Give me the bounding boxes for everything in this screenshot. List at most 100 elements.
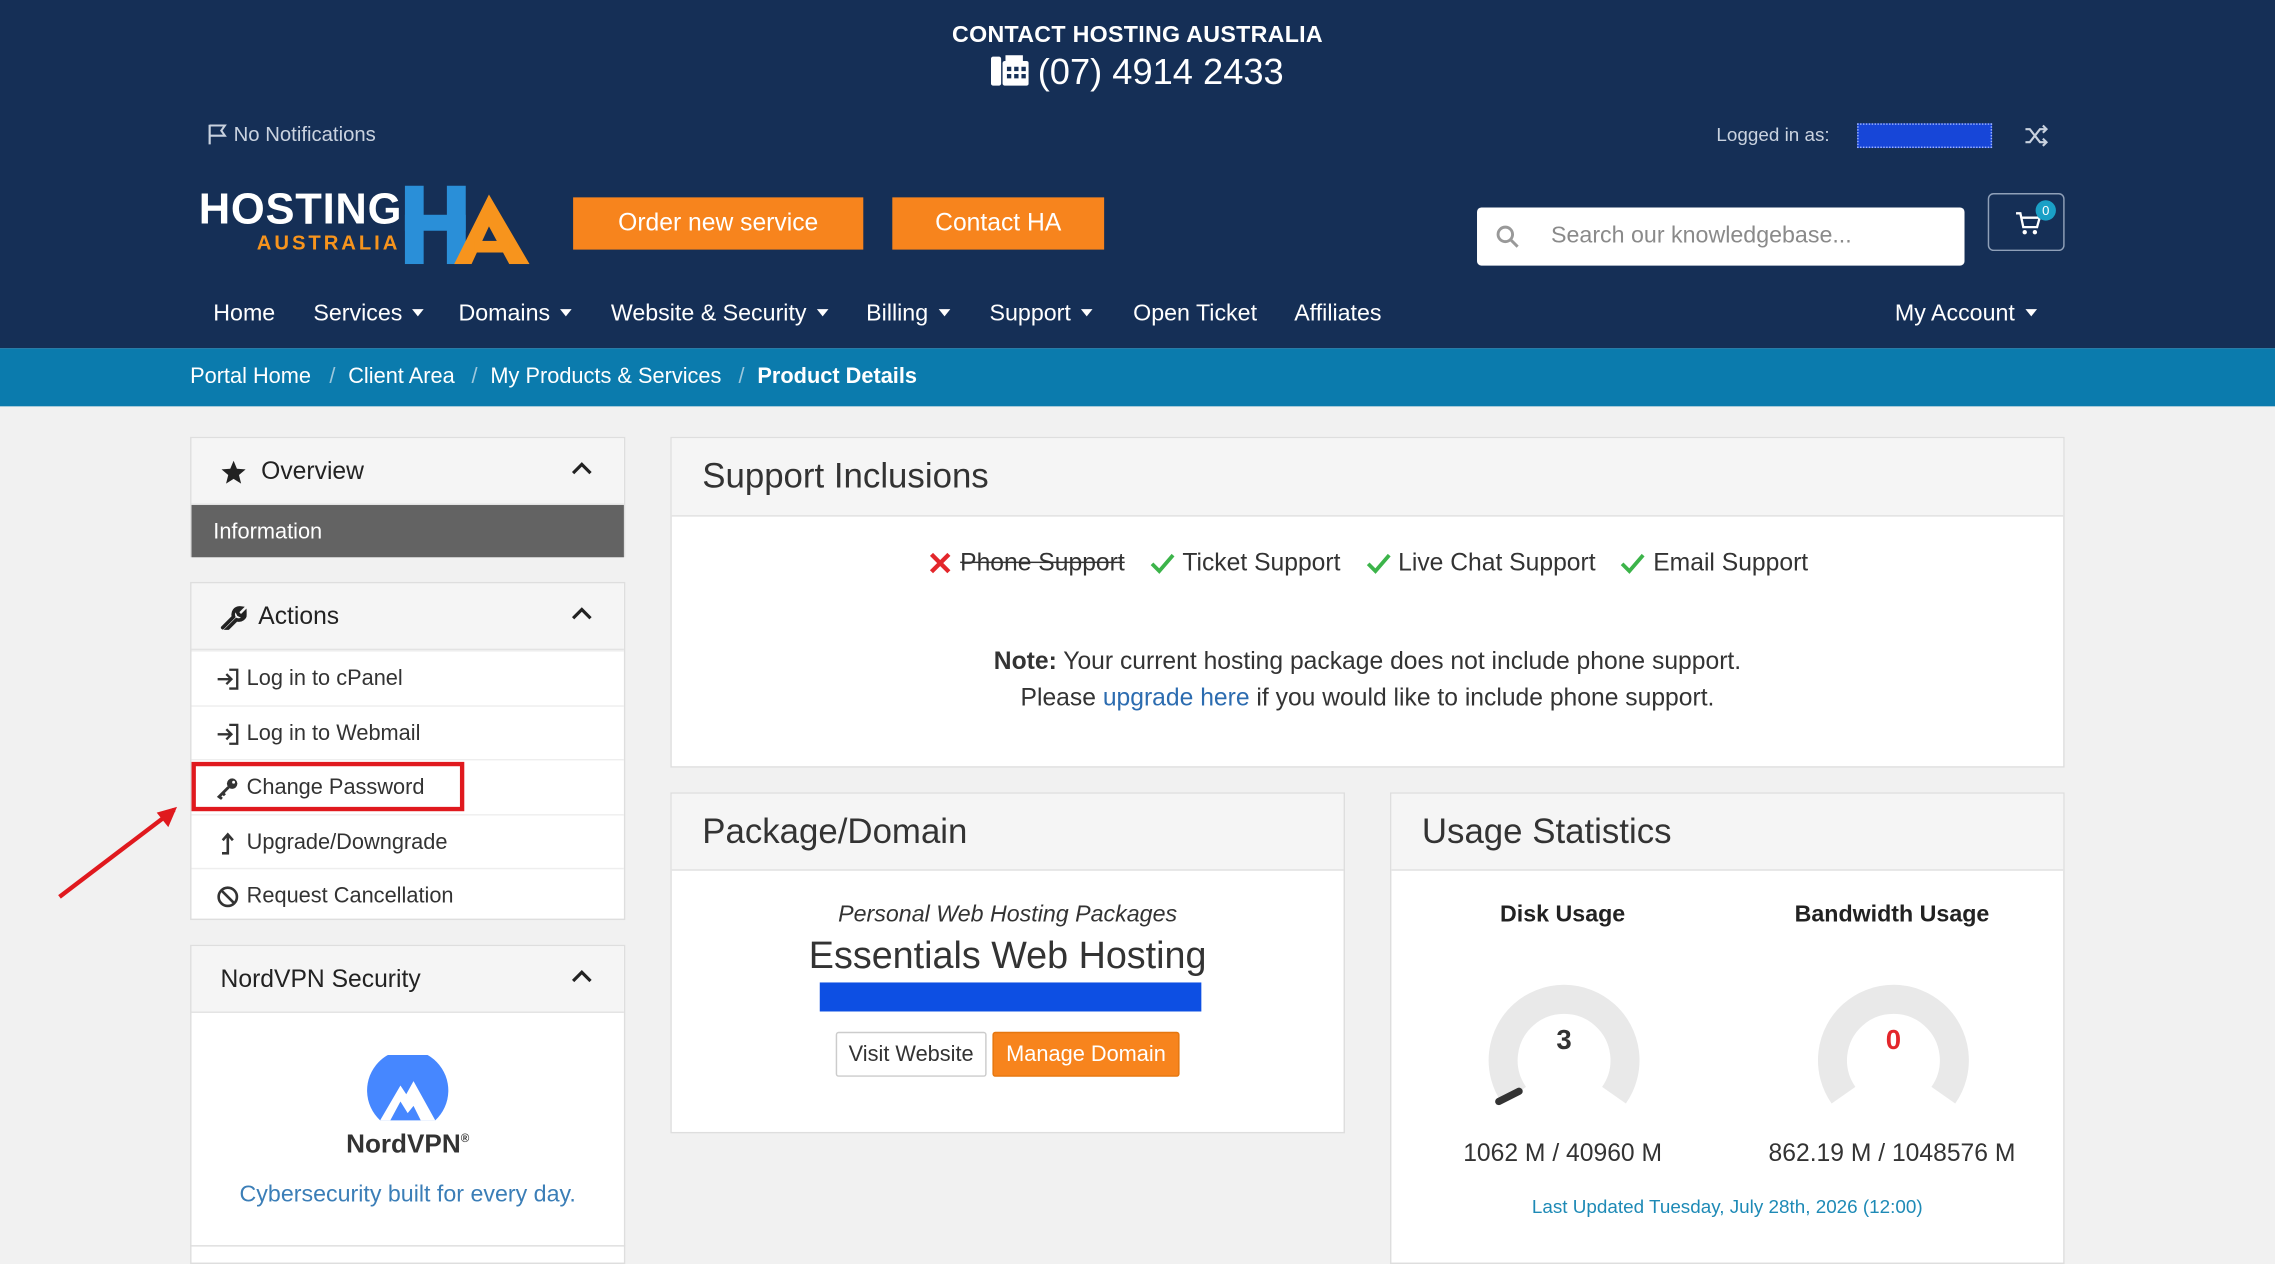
- support-item-phone: Phone Support: [927, 549, 1125, 578]
- sign-in-icon: [217, 668, 239, 690]
- phone-number[interactable]: (07) 4914 2433: [1038, 52, 1284, 93]
- sidebar-item-information[interactable]: Information: [191, 505, 624, 558]
- caret-down-icon: [560, 309, 572, 317]
- visit-website-button[interactable]: Visit Website: [835, 1031, 987, 1077]
- nav-affiliates[interactable]: Affiliates: [1294, 302, 1381, 328]
- breadcrumb: Portal Home / Client Area / My Products …: [0, 348, 2275, 407]
- nav-domains[interactable]: Domains: [458, 302, 572, 328]
- chevron-up-icon[interactable]: [571, 607, 592, 620]
- action-login-cpanel[interactable]: Log in to cPanel: [191, 650, 624, 705]
- nav-services[interactable]: Services: [313, 302, 425, 328]
- caret-down-icon: [412, 309, 425, 317]
- notifications-label[interactable]: No Notifications: [234, 122, 376, 145]
- logged-in-label: Logged in as:: [1716, 123, 1830, 146]
- wrench-icon: [220, 606, 247, 630]
- nav-website-security[interactable]: Website & Security: [611, 302, 829, 328]
- flag-icon: [208, 123, 227, 144]
- support-item-email: Email Support: [1620, 549, 1808, 578]
- ha-logo-mark-icon: [404, 185, 530, 265]
- note-label: Note:: [993, 647, 1057, 675]
- main-nav: Home Services Domains Website & Security…: [0, 302, 2275, 337]
- star-icon: [221, 460, 246, 484]
- sidebar-overview-panel: Overview Information: [190, 436, 626, 558]
- nav-home[interactable]: Home: [213, 302, 275, 328]
- username-redacted[interactable]: [1857, 123, 1993, 149]
- package-name: Essentials Web Hosting: [808, 933, 1207, 977]
- upgrade-here-link[interactable]: upgrade here: [1103, 684, 1250, 712]
- search-input[interactable]: [1551, 223, 1958, 250]
- actions-title: Actions: [258, 602, 340, 630]
- action-label[interactable]: Log in to Webmail: [247, 721, 421, 746]
- logo-subtitle: AUSTRALIA: [256, 230, 401, 254]
- contact-phone[interactable]: (07) 4914 2433: [0, 52, 2275, 94]
- bandwidth-usage-numbers: 862.19 M / 1048576 M: [1768, 1139, 2016, 1167]
- disk-usage-numbers: 1062 M / 40960 M: [1463, 1139, 1663, 1167]
- manage-domain-button[interactable]: Manage Domain: [992, 1031, 1180, 1077]
- note-line1: Your current hosting package does not in…: [1063, 647, 1742, 675]
- action-request-cancellation[interactable]: Request Cancellation: [191, 867, 624, 923]
- breadcrumb-separator: /: [329, 364, 336, 389]
- disk-usage-title: Disk Usage: [1500, 902, 1626, 928]
- nav-billing[interactable]: Billing: [866, 302, 950, 328]
- divider: [190, 1245, 626, 1247]
- caret-down-icon: [938, 309, 950, 317]
- action-label[interactable]: Request Cancellation: [247, 884, 454, 909]
- sign-in-icon: [217, 723, 239, 745]
- note-rest: if you would like to include phone suppo…: [1256, 683, 1715, 712]
- chevron-up-icon[interactable]: [571, 969, 592, 983]
- check-icon: [1150, 553, 1175, 574]
- nordvpn-tagline[interactable]: Cybersecurity built for every day.: [192, 1183, 624, 1209]
- annotation-arrow-icon: [58, 806, 178, 899]
- notifications-toggle[interactable]: No Notifications: [207, 122, 376, 145]
- caret-down-icon: [816, 309, 829, 317]
- nordvpn-title: NordVPN Security: [220, 965, 421, 993]
- support-inclusions-list: Phone Support Ticket Support Live Chat S…: [672, 549, 2063, 584]
- check-icon: [1366, 553, 1391, 574]
- support-title: Support Inclusions: [702, 457, 989, 497]
- breadcrumb-separator: /: [471, 364, 478, 389]
- support-header: Support Inclusions: [671, 438, 2064, 517]
- breadcrumb-products[interactable]: My Products & Services: [490, 364, 721, 389]
- order-new-service-button[interactable]: Order new service: [573, 197, 864, 250]
- hosting-australia-logo[interactable]: HOSTING AUSTRALIA: [199, 180, 533, 265]
- support-label: Ticket Support: [1182, 548, 1341, 577]
- support-label: Phone Support: [960, 548, 1125, 577]
- nav-my-account[interactable]: My Account: [1895, 302, 2037, 328]
- breadcrumb-current: Product Details: [757, 364, 918, 389]
- cross-icon: [929, 552, 951, 574]
- action-upgrade-downgrade[interactable]: Upgrade/Downgrade: [191, 814, 624, 869]
- nav-support[interactable]: Support: [990, 302, 1093, 328]
- nordvpn-header[interactable]: NordVPN Security: [191, 946, 624, 1013]
- knowledgebase-search[interactable]: [1477, 207, 1965, 266]
- breadcrumb-client-area[interactable]: Client Area: [348, 364, 454, 389]
- package-group: Personal Web Hosting Packages: [838, 902, 1178, 928]
- overview-header[interactable]: Overview: [191, 438, 624, 506]
- switch-account-icon[interactable]: [2024, 123, 2049, 148]
- cart-button[interactable]: 0: [1987, 193, 2065, 252]
- last-updated: Last Updated Tuesday, July 28th, 2026 (1…: [1531, 1195, 1923, 1218]
- search-icon: [1496, 225, 1519, 248]
- package-domain-panel: Package/Domain Personal Web Hosting Pack…: [670, 792, 1345, 1134]
- check-icon: [1621, 553, 1646, 574]
- support-item-ticket: Ticket Support: [1149, 549, 1340, 578]
- nordvpn-logo-icon[interactable]: [366, 1055, 450, 1122]
- bandwidth-usage-percent: 0: [1885, 1025, 1902, 1057]
- action-login-webmail[interactable]: Log in to Webmail: [191, 705, 624, 760]
- action-label[interactable]: Log in to cPanel: [247, 666, 403, 691]
- domain-name-redacted: [819, 982, 1202, 1012]
- ban-icon: [217, 886, 239, 908]
- overview-title: Overview: [261, 457, 364, 485]
- action-label[interactable]: Upgrade/Downgrade: [247, 830, 448, 855]
- support-label: Live Chat Support: [1398, 548, 1596, 577]
- cart-count-badge: 0: [2035, 200, 2056, 221]
- breadcrumb-portal-home[interactable]: Portal Home: [190, 364, 311, 389]
- contact-ha-button[interactable]: Contact HA: [892, 197, 1105, 250]
- actions-header[interactable]: Actions: [191, 583, 624, 651]
- site-header: CONTACT HOSTING AUSTRALIA (07) 4914 2433…: [0, 0, 2275, 349]
- chevron-up-icon[interactable]: [571, 461, 592, 475]
- sidebar-actions-panel: Actions Log in to cPanel Log in to Webma…: [190, 581, 626, 923]
- annotation-highlight-box: [191, 761, 465, 812]
- registered-mark: ®: [460, 1131, 470, 1145]
- nav-open-ticket[interactable]: Open Ticket: [1133, 302, 1257, 328]
- level-up-icon: [221, 832, 234, 855]
